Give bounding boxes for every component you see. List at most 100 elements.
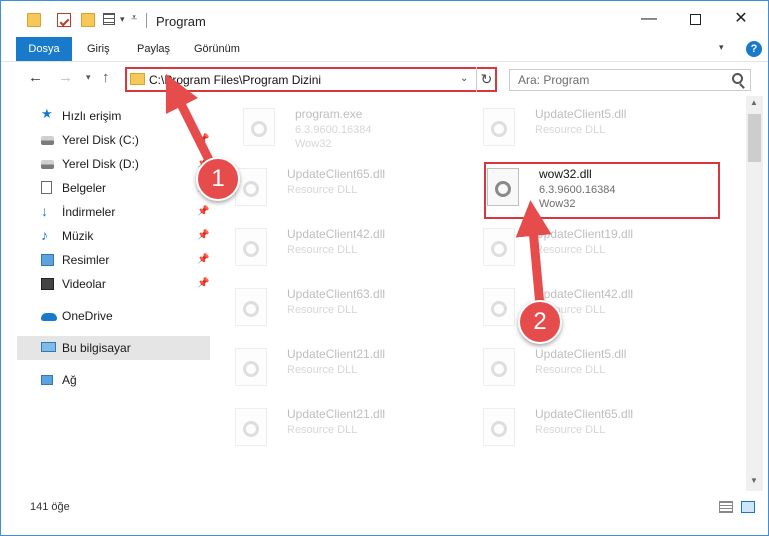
file-description: Resource DLL <box>535 424 606 436</box>
folder-icon <box>27 13 41 27</box>
sidebar-item-downloads[interactable]: ↓ İndirmeler 📌 <box>17 200 210 224</box>
dll-icon <box>235 228 267 266</box>
sidebar-item-label: Belgeler <box>62 181 107 195</box>
maximize-button[interactable] <box>672 1 718 37</box>
tab-share[interactable]: Paylaş <box>137 37 170 61</box>
file-description: Resource DLL <box>535 364 606 376</box>
sidebar-item-quick-access[interactable]: ★ Hızlı erişim <box>17 104 210 128</box>
file-description: Resource DLL <box>287 304 358 316</box>
tiles-view-icon[interactable] <box>741 501 755 513</box>
file-name: UpdateClient63.dll <box>287 287 386 301</box>
file-item[interactable]: UpdateClient19.dll Resource DLL <box>467 218 707 276</box>
computer-icon <box>41 342 56 352</box>
sidebar-item-this-pc[interactable]: Bu bilgisayar <box>17 336 210 360</box>
file-name: UpdateClient5.dll <box>535 107 627 121</box>
sidebar-item-documents[interactable]: Belgeler 📌 <box>17 176 210 200</box>
exe-icon <box>243 108 275 146</box>
close-button[interactable]: ✕ <box>718 1 764 37</box>
navigation-bar: ← → ▾ ↑ C:\Program Files\Program Dizini … <box>1 61 768 95</box>
sidebar-item-local-disk-d[interactable]: Yerel Disk (D:) 📌 <box>17 152 210 176</box>
file-description: Resource DLL <box>535 244 606 256</box>
search-input[interactable] <box>510 70 725 90</box>
file-item[interactable]: UpdateClient42.dll Resource DLL <box>467 278 707 336</box>
chevron-down-icon[interactable]: ⌄ <box>460 73 468 84</box>
search-box[interactable] <box>509 69 751 91</box>
file-description: Resource DLL <box>287 364 358 376</box>
chevron-down-icon[interactable]: ▾ <box>120 14 125 25</box>
minimize-button[interactable]: — <box>626 1 672 37</box>
file-item[interactable]: UpdateClient21.dll Resource DLL <box>219 398 459 456</box>
help-icon[interactable]: ? <box>746 41 762 57</box>
file-highlight-box <box>484 162 720 219</box>
back-button[interactable]: ← <box>28 69 43 86</box>
sidebar-item-label: Hızlı erişim <box>62 109 122 123</box>
cloud-icon <box>41 313 57 321</box>
expand-ribbon-icon[interactable]: ▾ <box>719 42 724 53</box>
file-item[interactable]: program.exe 6.3.9600.16384 Wow32 <box>227 98 467 156</box>
recent-locations-icon[interactable]: ▾ <box>86 72 91 83</box>
file-name: UpdateClient21.dll <box>287 347 386 361</box>
tab-home[interactable]: Giriş <box>87 37 110 61</box>
search-icon[interactable] <box>732 73 743 84</box>
vertical-scrollbar[interactable]: ▲ ▼ <box>746 96 763 491</box>
file-name: UpdateClient5.dll <box>535 347 627 361</box>
status-bar: 141 öğe <box>1 491 768 535</box>
sidebar-item-onedrive[interactable]: OneDrive <box>17 304 210 328</box>
file-item[interactable]: UpdateClient63.dll Resource DLL <box>219 278 459 336</box>
properties-icon[interactable] <box>57 13 71 27</box>
pin-icon: 📌 <box>197 230 210 241</box>
address-path[interactable]: C:\Program Files\Program Dizini <box>149 73 321 87</box>
sidebar-item-label: Resimler <box>62 253 110 267</box>
scroll-thumb[interactable] <box>748 114 761 162</box>
file-name: UpdateClient65.dll <box>535 407 634 421</box>
sidebar-item-label: İndirmeler <box>62 205 116 219</box>
sidebar-item-label: Ağ <box>62 373 77 387</box>
video-icon <box>41 278 54 290</box>
file-item[interactable]: UpdateClient5.dll Resource DLL <box>467 98 707 156</box>
tab-view[interactable]: Görünüm <box>194 37 240 61</box>
dll-icon <box>483 348 515 386</box>
document-icon <box>41 181 52 194</box>
sidebar-item-network[interactable]: Ağ <box>17 368 210 392</box>
forward-button[interactable]: → <box>58 69 73 86</box>
file-description: Wow32 <box>295 138 332 150</box>
tab-file[interactable]: Dosya <box>16 37 72 61</box>
file-name: UpdateClient21.dll <box>287 407 386 421</box>
file-item[interactable]: UpdateClient42.dll Resource DLL <box>219 218 459 276</box>
sidebar-item-label: Bu bilgisayar <box>62 341 131 355</box>
new-folder-icon[interactable] <box>81 13 95 27</box>
view-options-icon[interactable] <box>103 13 115 25</box>
dll-icon <box>483 108 515 146</box>
file-description: Resource DLL <box>287 424 358 436</box>
pin-icon: 📌 <box>197 206 210 217</box>
drive-icon <box>41 160 54 169</box>
sidebar-item-pictures[interactable]: Resimler 📌 <box>17 248 210 272</box>
sidebar-item-label: Müzik <box>62 229 94 243</box>
sidebar-item-music[interactable]: ♪ Müzik 📌 <box>17 224 210 248</box>
file-item[interactable]: UpdateClient65.dll Resource DLL <box>467 398 707 456</box>
scroll-up-icon[interactable]: ▲ <box>750 98 758 107</box>
ribbon-tabs: Dosya Giriş Paylaş Görünüm ▾ ? <box>1 37 768 61</box>
file-name: UpdateClient42.dll <box>535 287 634 301</box>
download-icon: ↓ <box>41 203 48 219</box>
pin-icon: 📌 <box>197 134 210 145</box>
step-badge-2: 2 <box>518 300 562 344</box>
refresh-button[interactable]: ↻ <box>476 67 496 92</box>
file-item[interactable]: UpdateClient21.dll Resource DLL <box>219 338 459 396</box>
drive-icon <box>41 136 54 145</box>
sidebar-item-local-disk-c[interactable]: Yerel Disk (C:) 📌 <box>17 128 210 152</box>
folder-icon <box>130 73 145 85</box>
window-title: Program <box>156 14 206 29</box>
up-button[interactable]: ↑ <box>102 69 110 86</box>
file-item[interactable]: UpdateClient5.dll Resource DLL <box>467 338 707 396</box>
maximize-icon <box>689 14 701 25</box>
customize-toolbar-icon[interactable]: ⩡ <box>131 12 137 25</box>
sidebar-item-label: Yerel Disk (C:) <box>62 133 139 147</box>
details-view-icon[interactable] <box>719 501 733 513</box>
scroll-down-icon[interactable]: ▼ <box>750 476 758 485</box>
file-item[interactable]: UpdateClient65.dll Resource DLL <box>219 158 459 216</box>
address-bar[interactable]: C:\Program Files\Program Dizini ⌄ ↻ <box>125 67 497 92</box>
sidebar-item-label: Yerel Disk (D:) <box>62 157 139 171</box>
file-description: Resource DLL <box>287 244 358 256</box>
sidebar-item-videos[interactable]: Videolar 📌 <box>17 272 210 296</box>
